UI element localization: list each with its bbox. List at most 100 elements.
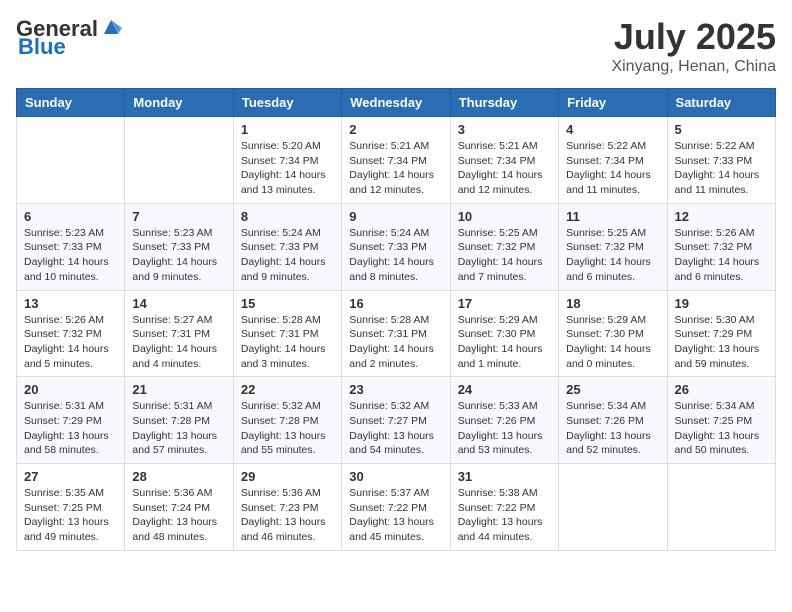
day-number: 7 (132, 209, 225, 224)
calendar-week-row: 1Sunrise: 5:20 AMSunset: 7:34 PMDaylight… (17, 117, 776, 204)
day-info: Sunrise: 5:38 AMSunset: 7:22 PMDaylight:… (458, 486, 551, 545)
day-number: 27 (24, 469, 117, 484)
calendar-cell: 20 Sunrise: 5:31 AMSunset: 7:29 PMDayligh… (17, 377, 125, 464)
calendar-cell: 21 Sunrise: 5:31 AMSunset: 7:28 PMDayligh… (125, 377, 233, 464)
day-info: Sunrise: 5:21 AMSunset: 7:34 PMDaylight:… (349, 139, 442, 198)
day-info: Sunrise: 5:31 AMSunset: 7:28 PMDaylight:… (132, 399, 225, 458)
day-number: 20 (24, 382, 117, 397)
day-info: Sunrise: 5:30 AMSunset: 7:29 PMDaylight:… (675, 313, 768, 372)
day-number: 11 (566, 209, 659, 224)
weekday-header: Sunday (17, 89, 125, 117)
day-number: 31 (458, 469, 551, 484)
weekday-header: Friday (559, 89, 667, 117)
day-number: 2 (349, 122, 442, 137)
calendar-header-row: SundayMondayTuesdayWednesdayThursdayFrid… (17, 89, 776, 117)
calendar-cell: 14Sunrise: 5:27 AMSunset: 7:31 PMDayligh… (125, 290, 233, 377)
day-number: 22 (241, 382, 334, 397)
weekday-header: Saturday (667, 89, 775, 117)
day-info: Sunrise: 5:37 AMSunset: 7:22 PMDaylight:… (349, 486, 442, 545)
calendar-cell: 24Sunrise: 5:33 AMSunset: 7:26 PMDayligh… (450, 377, 558, 464)
day-number: 4 (566, 122, 659, 137)
day-number: 16 (349, 296, 442, 311)
day-info: Sunrise: 5:23 AMSunset: 7:33 PMDaylight:… (132, 226, 225, 285)
title-block: July 2025 Xinyang, Henan, China (611, 16, 776, 76)
weekday-header: Thursday (450, 89, 558, 117)
calendar-cell: 4 Sunrise: 5:22 AMSunset: 7:34 PMDaylight… (559, 117, 667, 204)
weekday-header: Tuesday (233, 89, 341, 117)
calendar-cell: 13 Sunrise: 5:26 AMSunset: 7:32 PMDayligh… (17, 290, 125, 377)
calendar-cell: 30 Sunrise: 5:37 AMSunset: 7:22 PMDayligh… (342, 464, 450, 551)
day-number: 3 (458, 122, 551, 137)
day-number: 8 (241, 209, 334, 224)
weekday-header: Monday (125, 89, 233, 117)
day-info: Sunrise: 5:26 AMSunset: 7:32 PMDaylight:… (24, 313, 117, 372)
logo-blue: Blue (18, 34, 66, 60)
day-info: Sunrise: 5:25 AMSunset: 7:32 PMDaylight:… (458, 226, 551, 285)
day-number: 12 (675, 209, 768, 224)
day-number: 23 (349, 382, 442, 397)
calendar-cell: 6Sunrise: 5:23 AMSunset: 7:33 PMDaylight… (17, 203, 125, 290)
calendar-cell (125, 117, 233, 204)
calendar-cell: 27 Sunrise: 5:35 AMSunset: 7:25 PMDayligh… (17, 464, 125, 551)
logo-icon (100, 16, 122, 38)
day-info: Sunrise: 5:23 AMSunset: 7:33 PMDaylight:… (24, 226, 117, 285)
calendar-cell: 26 Sunrise: 5:34 AMSunset: 7:25 PMDayligh… (667, 377, 775, 464)
day-number: 21 (132, 382, 225, 397)
calendar-cell: 29 Sunrise: 5:36 AMSunset: 7:23 PMDayligh… (233, 464, 341, 551)
weekday-header: Wednesday (342, 89, 450, 117)
calendar-cell: 8 Sunrise: 5:24 AMSunset: 7:33 PMDaylight… (233, 203, 341, 290)
calendar-cell: 7 Sunrise: 5:23 AMSunset: 7:33 PMDaylight… (125, 203, 233, 290)
calendar-cell: 22Sunrise: 5:32 AMSunset: 7:28 PMDayligh… (233, 377, 341, 464)
day-info: Sunrise: 5:29 AMSunset: 7:30 PMDaylight:… (458, 313, 551, 372)
day-info: Sunrise: 5:34 AMSunset: 7:25 PMDaylight:… (675, 399, 768, 458)
day-number: 15 (241, 296, 334, 311)
day-info: Sunrise: 5:20 AMSunset: 7:34 PMDaylight:… (241, 139, 334, 198)
day-info: Sunrise: 5:28 AMSunset: 7:31 PMDaylight:… (241, 313, 334, 372)
day-info: Sunrise: 5:27 AMSunset: 7:31 PMDaylight:… (132, 313, 225, 372)
calendar-week-row: 6Sunrise: 5:23 AMSunset: 7:33 PMDaylight… (17, 203, 776, 290)
day-info: Sunrise: 5:24 AMSunset: 7:33 PMDaylight:… (241, 226, 334, 285)
day-info: Sunrise: 5:25 AMSunset: 7:32 PMDaylight:… (566, 226, 659, 285)
day-info: Sunrise: 5:35 AMSunset: 7:25 PMDaylight:… (24, 486, 117, 545)
calendar-cell (17, 117, 125, 204)
day-number: 13 (24, 296, 117, 311)
calendar-cell: 9Sunrise: 5:24 AMSunset: 7:33 PMDaylight… (342, 203, 450, 290)
calendar-cell: 12 Sunrise: 5:26 AMSunset: 7:32 PMDayligh… (667, 203, 775, 290)
page-header: General Blue July 2025 Xinyang, Henan, C… (16, 16, 776, 76)
calendar-cell: 23 Sunrise: 5:32 AMSunset: 7:27 PMDayligh… (342, 377, 450, 464)
day-number: 30 (349, 469, 442, 484)
day-info: Sunrise: 5:28 AMSunset: 7:31 PMDaylight:… (349, 313, 442, 372)
day-info: Sunrise: 5:26 AMSunset: 7:32 PMDaylight:… (675, 226, 768, 285)
day-number: 26 (675, 382, 768, 397)
calendar-cell: 17Sunrise: 5:29 AMSunset: 7:30 PMDayligh… (450, 290, 558, 377)
calendar-cell: 2 Sunrise: 5:21 AMSunset: 7:34 PMDaylight… (342, 117, 450, 204)
day-number: 5 (675, 122, 768, 137)
day-info: Sunrise: 5:22 AMSunset: 7:33 PMDaylight:… (675, 139, 768, 198)
calendar-cell: 5 Sunrise: 5:22 AMSunset: 7:33 PMDaylight… (667, 117, 775, 204)
day-number: 29 (241, 469, 334, 484)
calendar-cell: 25Sunrise: 5:34 AMSunset: 7:26 PMDayligh… (559, 377, 667, 464)
day-number: 19 (675, 296, 768, 311)
day-number: 28 (132, 469, 225, 484)
day-info: Sunrise: 5:29 AMSunset: 7:30 PMDaylight:… (566, 313, 659, 372)
calendar-cell (559, 464, 667, 551)
day-number: 24 (458, 382, 551, 397)
day-info: Sunrise: 5:22 AMSunset: 7:34 PMDaylight:… (566, 139, 659, 198)
logo: General Blue (16, 16, 122, 60)
calendar-week-row: 20 Sunrise: 5:31 AMSunset: 7:29 PMDayligh… (17, 377, 776, 464)
calendar-cell (667, 464, 775, 551)
day-number: 9 (349, 209, 442, 224)
calendar-cell: 31 Sunrise: 5:38 AMSunset: 7:22 PMDayligh… (450, 464, 558, 551)
day-info: Sunrise: 5:36 AMSunset: 7:23 PMDaylight:… (241, 486, 334, 545)
calendar-cell: 11 Sunrise: 5:25 AMSunset: 7:32 PMDayligh… (559, 203, 667, 290)
day-info: Sunrise: 5:36 AMSunset: 7:24 PMDaylight:… (132, 486, 225, 545)
calendar-cell: 28 Sunrise: 5:36 AMSunset: 7:24 PMDayligh… (125, 464, 233, 551)
location-title: Xinyang, Henan, China (611, 58, 776, 76)
calendar-cell: 3 Sunrise: 5:21 AMSunset: 7:34 PMDaylight… (450, 117, 558, 204)
day-info: Sunrise: 5:34 AMSunset: 7:26 PMDaylight:… (566, 399, 659, 458)
day-info: Sunrise: 5:32 AMSunset: 7:27 PMDaylight:… (349, 399, 442, 458)
day-info: Sunrise: 5:21 AMSunset: 7:34 PMDaylight:… (458, 139, 551, 198)
calendar-cell: 15 Sunrise: 5:28 AMSunset: 7:31 PMDayligh… (233, 290, 341, 377)
calendar-table: SundayMondayTuesdayWednesdayThursdayFrid… (16, 88, 776, 551)
day-info: Sunrise: 5:31 AMSunset: 7:29 PMDaylight:… (24, 399, 117, 458)
